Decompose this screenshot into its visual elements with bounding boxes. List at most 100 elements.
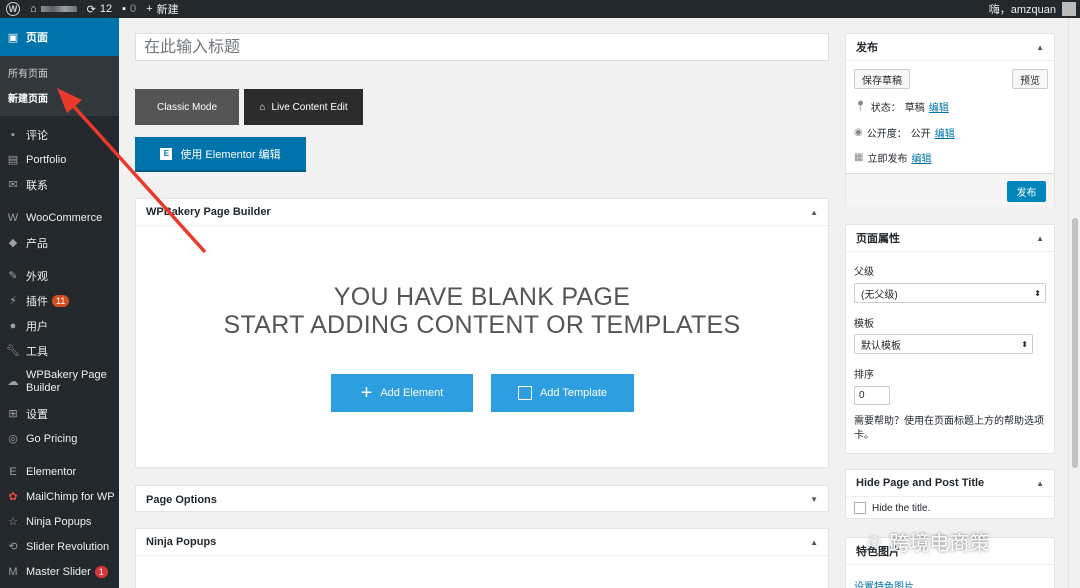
elementor-edit-button[interactable]: E 使用 Elementor 编辑: [135, 137, 306, 172]
sidebar-item-pages[interactable]: ▣ 页面: [0, 18, 119, 56]
comments-item[interactable]: ▪ 0: [122, 0, 136, 18]
wordpress-logo-icon[interactable]: W: [6, 2, 20, 16]
sidebar-item-plugins[interactable]: ⚡ 插件 11: [0, 288, 119, 313]
parent-label: 父级: [854, 267, 874, 278]
pages-icon: ▣: [7, 31, 19, 44]
plugins-badge: 11: [52, 294, 70, 307]
sidebar-item-label: 设置: [26, 408, 48, 421]
sidebar-item-label: MailChimp for WP: [26, 490, 115, 503]
schedule-label: 立即发布: [867, 154, 908, 165]
wpbakery-icon: ☁: [7, 375, 19, 388]
classic-mode-button[interactable]: Classic Mode: [135, 89, 239, 125]
collapse-up-icon[interactable]: ▲: [810, 538, 818, 547]
ninja-popups-header[interactable]: Ninja Popups ▲: [136, 529, 828, 556]
sidebar-item-wpbakery[interactable]: ☁ WPBakery Page Builder: [0, 363, 119, 401]
blank-line-1: YOU HAVE BLANK PAGE: [333, 283, 631, 311]
sidebar-item-go-pricing[interactable]: ◎ Go Pricing: [0, 426, 119, 451]
collapse-down-icon[interactable]: ▼: [810, 495, 818, 504]
save-draft-button[interactable]: 保存草稿: [854, 69, 910, 89]
sidebar-item-mailchimp[interactable]: ✿ MailChimp for WP: [0, 484, 119, 509]
hide-title-row: Hide the title.: [854, 502, 930, 514]
plus-icon: +: [360, 382, 373, 404]
sidebar-item-label: 工具: [26, 345, 48, 358]
collapse-up-icon[interactable]: ▲: [1036, 43, 1044, 52]
watermark-text: 跨境电商策: [889, 533, 990, 555]
sidebar-item-label: 插件: [26, 295, 48, 308]
sidebar-item-label: Portfolio: [26, 153, 67, 166]
elementor-edit-label: 使用 Elementor 编辑: [180, 148, 281, 161]
submenu-all-pages[interactable]: 所有页面: [0, 60, 119, 85]
template-select[interactable]: 默认模板 ⬍: [854, 334, 1033, 354]
calendar-icon: ▦: [854, 152, 864, 163]
sidebar-item-label: Master Slider: [26, 565, 91, 578]
comments-count: 0: [130, 3, 137, 15]
new-label: 新建: [156, 4, 179, 16]
submenu-new-page[interactable]: 新建页面: [0, 85, 119, 110]
sidebar-item-slider-revolution[interactable]: ⟲ Slider Revolution: [0, 534, 119, 559]
page-options-title: Page Options: [146, 493, 217, 506]
help-text: 需要帮助？使用在页面标题上方的帮助选项卡。: [854, 416, 1044, 441]
publish-button[interactable]: 发布: [1007, 181, 1046, 202]
new-content-item[interactable]: + 新建: [146, 0, 178, 18]
parent-select[interactable]: (无父级) ⬍: [854, 283, 1046, 303]
title-input[interactable]: 在此输入标题: [135, 33, 829, 61]
sidebar-item-woocommerce[interactable]: W WooCommerce: [0, 205, 119, 230]
plugins-icon: ⚡: [9, 295, 17, 307]
sidebar-item-ninja-popups[interactable]: ☆ Ninja Popups: [0, 509, 119, 534]
wpbakery-header[interactable]: WPBakery Page Builder ▲: [136, 199, 828, 226]
sidebar-item-elementor[interactable]: E Elementor: [0, 459, 119, 484]
watermark: ☺ 跨境电商策: [865, 527, 989, 556]
hide-title-checkbox[interactable]: [854, 502, 866, 514]
scroll-thumb[interactable]: [1072, 218, 1078, 468]
sidebar-item-label: Slider Revolution: [26, 540, 110, 553]
mailchimp-icon: ✿: [8, 491, 18, 503]
page-options-box[interactable]: Page Options ▼: [135, 485, 829, 512]
page-options-header[interactable]: Page Options ▼: [136, 486, 828, 513]
add-template-label: Add Template: [539, 387, 608, 399]
sidebar-item-users[interactable]: ● 用户: [0, 313, 119, 338]
preview-button[interactable]: 预览: [1012, 69, 1048, 89]
publish-header[interactable]: 发布 ▲: [846, 34, 1054, 61]
account-menu[interactable]: 嗨，amzquan: [989, 1, 1076, 17]
status-label: 状态：: [870, 103, 901, 114]
template-label: 模板: [854, 319, 874, 330]
woocommerce-icon: W: [7, 211, 19, 224]
collapse-up-icon[interactable]: ▲: [810, 208, 818, 217]
visibility-value: 公开: [910, 129, 931, 140]
hide-title-header[interactable]: Hide Page and Post Title ▲: [846, 470, 1054, 497]
schedule-edit-link[interactable]: 编辑: [911, 150, 931, 165]
status-edit-link[interactable]: 编辑: [929, 99, 949, 114]
order-input[interactable]: 0: [854, 386, 890, 405]
set-featured-image-link[interactable]: 设置特色图片: [854, 578, 914, 588]
sidebar-item-label: WPBakery Page Builder: [26, 369, 107, 394]
blank-page-message: YOU HAVE BLANK PAGE START ADDING CONTENT…: [136, 283, 828, 339]
scrollbar[interactable]: [1068, 18, 1080, 588]
sidebar-item-portfolio[interactable]: ▤ Portfolio: [0, 147, 119, 172]
sidebar-item-settings[interactable]: ⊞ 设置: [0, 401, 119, 426]
page-attributes-header[interactable]: 页面属性 ▲: [846, 225, 1054, 252]
sidebar-item-master-slider[interactable]: M Master Slider 1: [0, 559, 119, 584]
live-content-edit-button[interactable]: ⌂ Live Content Edit: [244, 89, 363, 125]
sidebar-item-comments[interactable]: ▪ 评论: [0, 122, 119, 147]
live-edit-label: Live Content Edit: [271, 101, 348, 113]
add-element-button[interactable]: + Add Element: [331, 374, 473, 412]
eye-icon: ◉: [854, 127, 863, 138]
updates-item[interactable]: ⟳ 12: [87, 0, 112, 18]
site-home[interactable]: ⌂: [30, 0, 77, 18]
sidebar-item-label: 评论: [26, 129, 48, 142]
sidebar-item-products[interactable]: ◆ 产品: [0, 230, 119, 255]
blank-line-2: START ADDING CONTENT OR TEMPLATES: [223, 311, 741, 339]
sidebar-item-tools[interactable]: 🔧︎ 工具: [0, 338, 119, 363]
collapse-up-icon[interactable]: ▲: [1036, 479, 1044, 488]
elementor-icon: E: [9, 465, 17, 478]
plus-icon: +: [146, 3, 153, 15]
products-icon: ◆: [8, 237, 18, 249]
visibility-label: 公开度：: [866, 129, 907, 140]
add-template-button[interactable]: Add Template: [491, 374, 634, 412]
elementor-icon: E: [160, 147, 173, 160]
visibility-edit-link[interactable]: 编辑: [935, 125, 955, 140]
admin-bar: W ⌂ ⟳ 12 ▪ 0 + 新建 嗨，amzquan: [0, 0, 1080, 18]
sidebar-item-contact[interactable]: ✉ 联系: [0, 172, 119, 197]
collapse-up-icon[interactable]: ▲: [1036, 234, 1044, 243]
sidebar-item-appearance[interactable]: ✎ 外观: [0, 263, 119, 288]
